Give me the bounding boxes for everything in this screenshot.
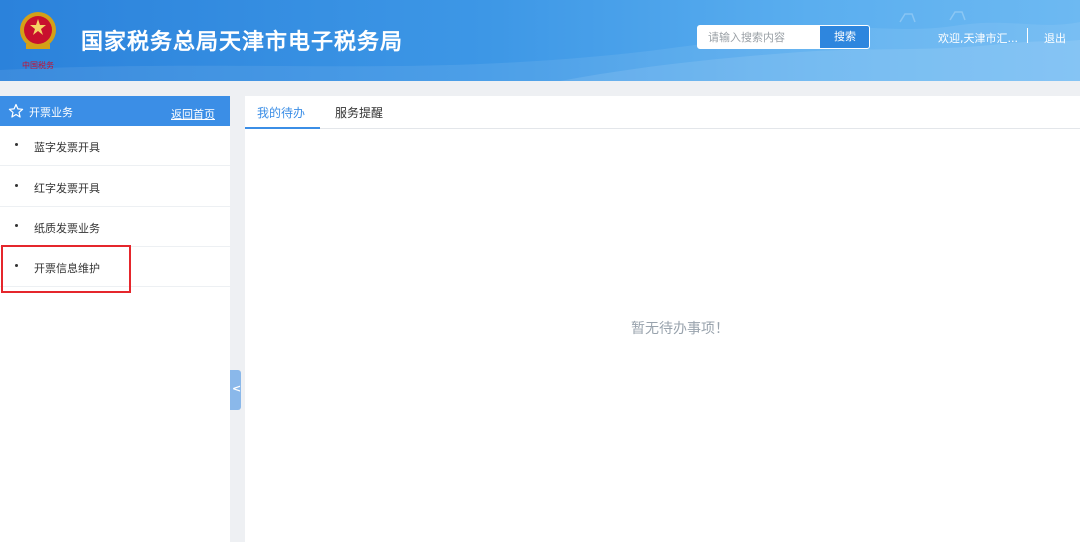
sidebar-header: 开票业务 返回首页 xyxy=(0,96,230,126)
sidebar-item-label: 红字发票开具 xyxy=(34,182,100,195)
svg-text:中国税务: 中国税务 xyxy=(22,60,54,70)
sidebar-item-paper-invoice[interactable]: 纸质发票业务 xyxy=(0,207,230,247)
back-home-link[interactable]: 返回首页 xyxy=(171,106,215,122)
sidebar: 开票业务 返回首页 蓝字发票开具 红字发票开具 纸质发票业务 开票信息维护 xyxy=(0,96,230,542)
search-box: 搜索 xyxy=(697,25,870,49)
tab-service-reminder[interactable]: 服务提醒 xyxy=(335,104,383,121)
main-panel: 我的待办 服务提醒 暂无待办事项！ xyxy=(245,96,1080,542)
welcome-text[interactable]: 欢迎,天津市汇... xyxy=(938,30,1018,46)
chevron-left-icon: < xyxy=(232,382,242,395)
site-title: 国家税务总局天津市电子税务局 xyxy=(81,30,404,55)
top-header: 中国税务 国家税务总局天津市电子税务局 搜索 欢迎,天津市汇... 退出 xyxy=(0,0,1080,81)
sidebar-item-label: 蓝字发票开具 xyxy=(34,141,100,154)
tax-emblem-icon: 中国税务 xyxy=(12,8,64,72)
search-input[interactable] xyxy=(698,26,819,48)
sidebar-item-red-invoice[interactable]: 红字发票开具 xyxy=(0,167,230,207)
tab-my-todo[interactable]: 我的待办 xyxy=(257,104,305,121)
sidebar-collapse-handle[interactable]: < xyxy=(230,370,241,410)
bullet-icon xyxy=(15,143,18,146)
sidebar-title: 开票业务 xyxy=(29,106,73,119)
bullet-icon xyxy=(15,224,18,227)
sidebar-item-label: 纸质发票业务 xyxy=(34,222,100,235)
header-divider xyxy=(1027,28,1028,43)
tab-bar: 我的待办 服务提醒 xyxy=(245,96,1080,129)
search-button[interactable]: 搜索 xyxy=(819,26,869,48)
highlight-box xyxy=(1,245,131,293)
star-icon xyxy=(8,103,24,118)
active-tab-indicator xyxy=(245,127,320,129)
logout-link[interactable]: 退出 xyxy=(1044,30,1066,46)
bullet-icon xyxy=(15,184,18,187)
sidebar-item-blue-invoice[interactable]: 蓝字发票开具 xyxy=(0,126,230,166)
empty-state-message: 暂无待办事项！ xyxy=(631,321,729,337)
